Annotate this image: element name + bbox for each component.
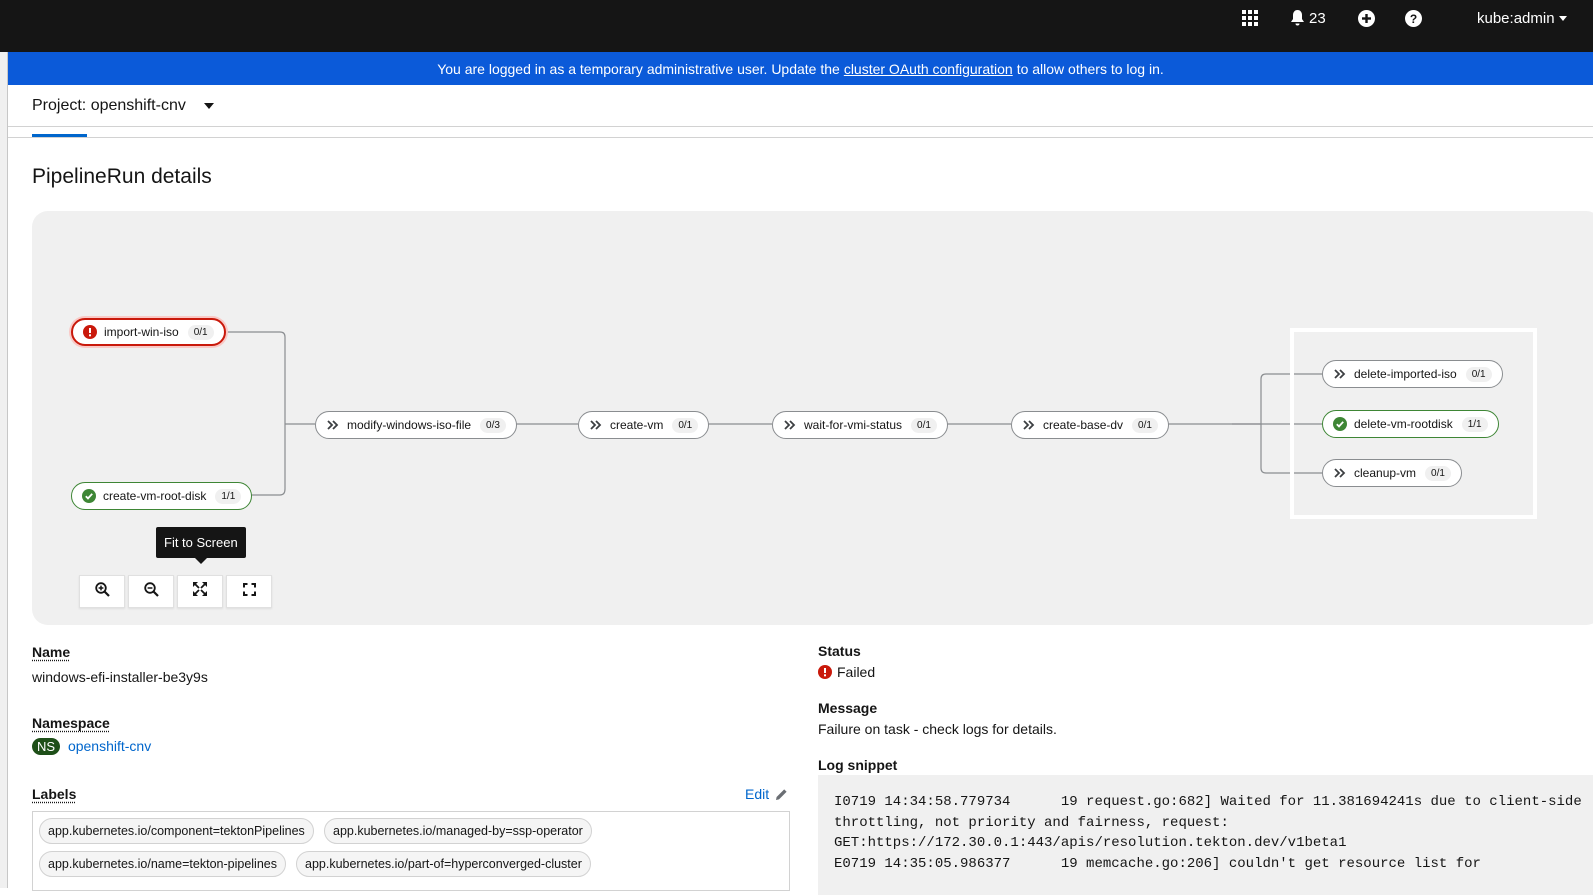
namespace-link[interactable]: openshift-cnv [68, 738, 151, 754]
caret-down-icon [1559, 16, 1567, 21]
tooltip-arrow [195, 558, 207, 564]
label-chip[interactable]: app.kubernetes.io/managed-by=ssp-operato… [324, 818, 592, 844]
fit-to-screen-tooltip: Fit to Screen [156, 527, 246, 558]
labels-label: Labels [32, 786, 76, 802]
edit-label: Edit [745, 786, 769, 802]
angle-double-right-icon [1333, 367, 1347, 381]
zoom-out-button[interactable] [128, 575, 174, 608]
task-name: create-base-dv [1043, 418, 1123, 432]
tooltip-text: Fit to Screen [164, 535, 238, 550]
label-chip[interactable]: app.kubernetes.io/name=tekton-pipelines [39, 851, 286, 877]
expand-arrows-icon [193, 582, 207, 601]
user-menu[interactable]: kube:admin [1477, 0, 1567, 36]
message-label: Message [818, 700, 877, 716]
status-text: Failed [837, 664, 875, 680]
task-node-create-vm-root-disk[interactable]: create-vm-root-disk 1/1 [71, 482, 252, 510]
tabs-divider [8, 137, 1593, 138]
task-node-import-win-iso[interactable]: import-win-iso 0/1 [71, 318, 226, 346]
task-count: 0/1 [1466, 367, 1492, 382]
masthead: 23 ? kube:admin [0, 0, 1593, 52]
task-name: delete-imported-iso [1354, 367, 1457, 381]
task-node-delete-imported-iso[interactable]: delete-imported-iso 0/1 [1322, 360, 1503, 388]
namespace-label: Namespace [32, 715, 110, 731]
task-node-wait-for-vmi-status[interactable]: wait-for-vmi-status 0/1 [772, 411, 948, 439]
label-chip[interactable]: app.kubernetes.io/component=tektonPipeli… [39, 818, 314, 844]
oauth-config-link[interactable]: cluster OAuth configuration [844, 61, 1013, 77]
project-label: Project: openshift-cnv [32, 97, 186, 115]
task-node-delete-vm-rootdisk[interactable]: delete-vm-rootdisk 1/1 [1322, 410, 1499, 438]
svg-text:?: ? [1410, 12, 1417, 26]
fit-to-screen-button[interactable] [177, 575, 223, 608]
banner-text-before: You are logged in as a temporary adminis… [437, 61, 840, 77]
angle-double-right-icon [1022, 418, 1036, 432]
namespace-value: NS openshift-cnv [32, 738, 151, 755]
task-node-create-base-dv[interactable]: create-base-dv 0/1 [1011, 411, 1169, 439]
log-snippet: I0719 14:34:58.779734 19 request.go:682]… [818, 775, 1593, 895]
log-snippet-label: Log snippet [818, 757, 897, 773]
error-circle-icon [818, 665, 832, 679]
banner-text-after: to allow others to log in. [1017, 61, 1164, 77]
plus-circle-icon[interactable] [1358, 0, 1375, 36]
tab-details-indicator[interactable] [32, 134, 87, 137]
user-name: kube:admin [1477, 10, 1555, 27]
task-name: wait-for-vmi-status [804, 418, 902, 432]
task-name: create-vm-root-disk [103, 489, 206, 503]
bell-icon [1290, 10, 1305, 26]
task-name: cleanup-vm [1354, 466, 1416, 480]
edit-labels-button[interactable]: Edit [745, 786, 788, 802]
notifications-button[interactable]: 23 [1290, 0, 1326, 36]
labels-container: app.kubernetes.io/component=tektonPipeli… [32, 811, 790, 891]
label-chip[interactable]: app.kubernetes.io/part-of=hyperconverged… [296, 851, 591, 877]
app-launcher-icon[interactable] [1242, 0, 1258, 36]
expand-icon [243, 583, 256, 601]
pencil-icon [775, 788, 788, 801]
zoom-in-icon [95, 582, 110, 602]
status-label: Status [818, 643, 861, 659]
task-node-modify-windows-iso-file[interactable]: modify-windows-iso-file 0/3 [315, 411, 517, 439]
notifications-count: 23 [1309, 10, 1326, 27]
help-icon[interactable]: ? [1405, 0, 1422, 36]
task-name: modify-windows-iso-file [347, 418, 471, 432]
angle-double-right-icon [783, 418, 797, 432]
caret-down-icon [204, 103, 214, 109]
message-value: Failure on task - check logs for details… [818, 721, 1057, 737]
task-count: 0/1 [188, 325, 214, 340]
task-count: 0/1 [911, 418, 937, 433]
project-dropdown[interactable]: Project: openshift-cnv [32, 94, 214, 118]
task-name: delete-vm-rootdisk [1354, 417, 1453, 431]
angle-double-right-icon [326, 418, 340, 432]
pipeline-topology[interactable]: import-win-iso 0/1 create-vm-root-disk 1… [32, 211, 1593, 625]
zoom-out-icon [144, 582, 159, 602]
task-count: 1/1 [1462, 417, 1488, 432]
angle-double-right-icon [1333, 466, 1347, 480]
name-value: windows-efi-installer-be3y9s [32, 669, 208, 685]
task-name: import-win-iso [104, 325, 179, 339]
task-name: create-vm [610, 418, 663, 432]
status-value: Failed [818, 664, 875, 680]
task-count: 0/1 [1132, 418, 1158, 433]
task-count: 0/1 [672, 418, 698, 433]
task-count: 0/3 [480, 418, 506, 433]
cluster-banner: You are logged in as a temporary adminis… [8, 52, 1593, 85]
reset-view-button[interactable] [226, 575, 272, 608]
name-label: Name [32, 644, 70, 660]
check-circle-icon [1333, 417, 1347, 431]
task-node-create-vm[interactable]: create-vm 0/1 [578, 411, 709, 439]
error-circle-icon [83, 325, 97, 339]
project-bar: Project: openshift-cnv [8, 85, 1593, 127]
namespace-badge: NS [32, 738, 60, 755]
check-circle-icon [82, 489, 96, 503]
task-count: 0/1 [1425, 466, 1451, 481]
page-title: PipelineRun details [32, 165, 212, 189]
task-node-cleanup-vm[interactable]: cleanup-vm 0/1 [1322, 459, 1462, 487]
zoom-in-button[interactable] [79, 575, 125, 608]
angle-double-right-icon [589, 418, 603, 432]
task-count: 1/1 [215, 489, 241, 504]
sidebar-rail [0, 52, 8, 888]
